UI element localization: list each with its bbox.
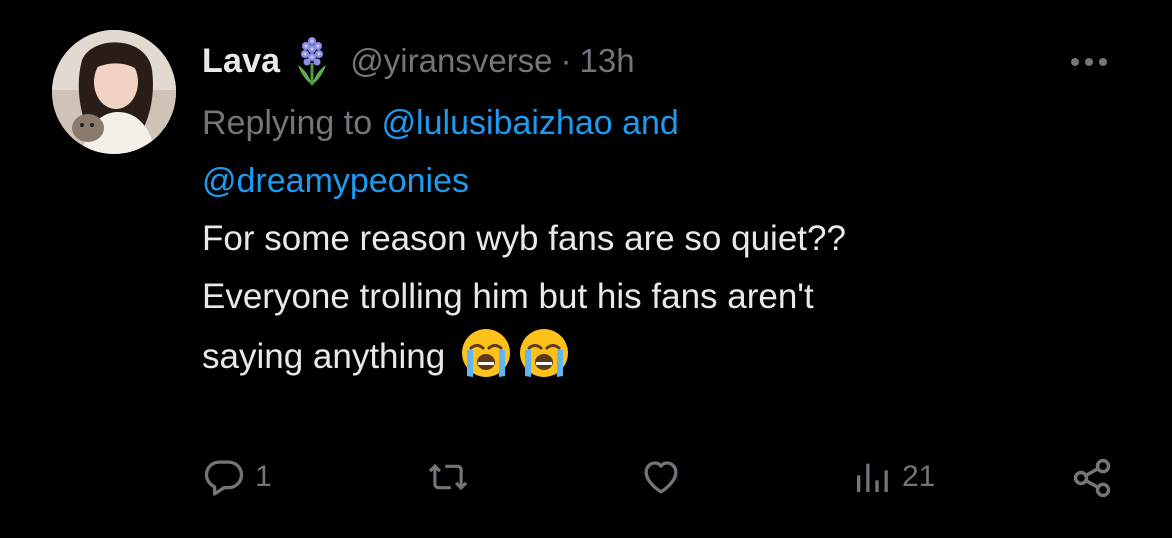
tweet-text-line: Everyone trolling him but his fans aren'… [202,277,814,316]
mention-link[interactable]: @lulusibaizhao [382,104,613,142]
loudly-crying-face-icon [517,326,571,380]
like-button[interactable] [638,456,694,498]
tweet-header: Lava @yiransverse · 13h [202,34,1102,88]
mention-link[interactable]: @dreamypeonies [202,162,469,200]
replying-to: Replying to @lulusibaizhao and @dreamype… [202,94,1102,210]
views-chart-icon [857,463,888,492]
tweet-text-line: saying anything [202,337,446,376]
reply-count: 1 [255,460,272,493]
tweet-text-line: For some reason wyb fans are so quiet?? [202,219,846,258]
replying-to-label: Replying to [202,104,382,142]
loudly-crying-face-icon [459,326,513,380]
share-icon [1073,458,1111,498]
views-button[interactable]: 21 [852,456,935,498]
tweet-body: Lava @yiransverse · 13h Replying to @lul… [202,34,1102,386]
retweet-icon [428,463,468,491]
action-bar: 1 21 [0,452,1172,502]
tweet[interactable]: Lava @yiransverse · 13h Replying to @lul… [0,0,1172,538]
reply-icon [204,460,244,496]
tweet-text: For some reason wyb fans are so quiet?? … [202,210,1102,386]
share-button[interactable] [1070,456,1114,500]
replying-to-connector: and [612,104,679,142]
author-name[interactable]: Lava [202,42,280,81]
timestamp[interactable]: 13h [580,42,635,80]
avatar[interactable] [52,30,176,154]
retweet-button[interactable] [425,456,481,498]
views-count: 21 [902,460,936,493]
author-handle[interactable]: @yiransverse [350,42,552,80]
heart-icon [644,461,678,494]
hyacinth-flower-icon [294,35,330,87]
separator: · [560,42,572,79]
reply-button[interactable]: 1 [203,456,272,498]
